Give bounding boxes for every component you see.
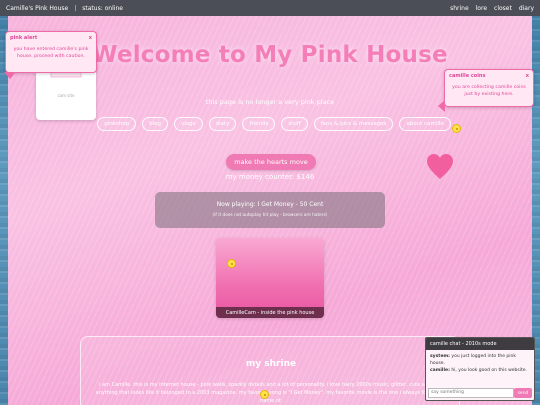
title-separator: | [74, 4, 77, 12]
chat-sender: system: [430, 354, 450, 359]
chip-blog[interactable]: blog [142, 117, 169, 131]
chip-diary[interactable]: diary [208, 117, 237, 131]
chat-message: system: you just logged into the pink ho… [430, 353, 530, 367]
hearts-button[interactable]: make the hearts move [226, 154, 316, 170]
status-text: status: online [82, 4, 123, 12]
coins-pointer [438, 100, 445, 112]
chat-text: hi, you look good on this website. [451, 368, 527, 373]
now-playing-note: (if it does not autoplay hit play - brow… [212, 213, 328, 218]
alert-body: you have entered camille's pink house. p… [13, 47, 89, 59]
chip-friends[interactable]: friends [242, 117, 276, 131]
cam-image: CamilleCam - inside the pink house [216, 238, 324, 318]
close-icon[interactable]: x [89, 35, 92, 41]
chip-nav: pinkshop blog vlogs diary friends stuff … [97, 117, 451, 131]
profile-label: cam site [57, 93, 75, 98]
chat-widget: camille chat - 2010s mode system: you ju… [425, 337, 535, 401]
coins-body: you are collecting camille coins just by… [452, 85, 526, 97]
chat-message: camille: hi, you look good on this websi… [430, 367, 530, 374]
shrine-title: my shrine [245, 359, 297, 369]
top-bar: Camille's Pink House | status: online sh… [0, 0, 540, 16]
now-playing-panel: Now playing: I Get Money - 50 Cent (if i… [155, 192, 385, 228]
nav-closet[interactable]: closet [494, 5, 512, 12]
send-button[interactable]: send [514, 388, 532, 398]
shrine-section: my shrine i am Camille. this is my inter… [80, 336, 460, 405]
coins-popup: camille coins x you are collecting camil… [444, 69, 534, 107]
close-icon[interactable]: x [526, 73, 529, 79]
coins-title: camille coins [449, 73, 486, 79]
chip-vlogs[interactable]: vlogs [174, 117, 203, 131]
top-nav: shrine lore closet diary [450, 5, 534, 12]
alert-pointer [4, 72, 16, 79]
alert-title: pink alert [10, 35, 38, 41]
chat-sender: camille: [430, 368, 450, 373]
cam-caption: CamilleCam - inside the pink house [216, 307, 324, 318]
coin-icon[interactable] [452, 124, 461, 133]
site-title: Camille's Pink House [6, 4, 69, 12]
chip-fans[interactable]: fans & pics & messages [313, 117, 394, 131]
now-playing-title: Now playing: I Get Money - 50 Cent [216, 201, 324, 208]
coin-icon[interactable] [227, 259, 236, 268]
chip-about[interactable]: about camille [399, 117, 451, 131]
shrine-text: i am Camille. this is my internet house … [95, 382, 447, 404]
nav-shrine[interactable]: shrine [450, 5, 469, 12]
chat-header: camille chat - 2010s mode [426, 338, 534, 350]
nav-lore[interactable]: lore [476, 5, 487, 12]
chip-stuff[interactable]: stuff [281, 117, 308, 131]
pink-alert-popup: pink alert x you have entered camille's … [5, 31, 97, 73]
heart-icon[interactable] [425, 152, 455, 182]
chip-pinkshop[interactable]: pinkshop [97, 117, 137, 131]
chat-input[interactable]: say something [428, 388, 514, 398]
coin-icon[interactable] [260, 390, 269, 399]
chat-messages: system: you just logged into the pink ho… [426, 350, 534, 377]
nav-diary[interactable]: diary [519, 5, 534, 12]
